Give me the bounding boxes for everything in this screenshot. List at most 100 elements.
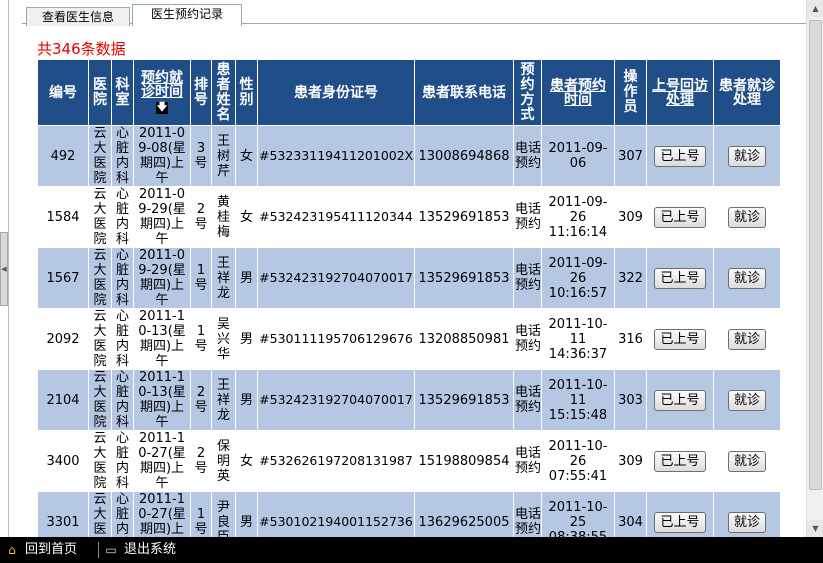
- sort-down-icon[interactable]: 🡇: [156, 102, 168, 114]
- registered-button[interactable]: 已上号: [654, 145, 706, 167]
- cell-id-card: #532423192704070017: [257, 247, 415, 309]
- cell-operator-text: 304: [618, 514, 643, 530]
- cell-method-text: 电话预约: [515, 446, 542, 476]
- visit-button[interactable]: 就诊: [727, 206, 766, 228]
- cell-dept: 心脏内科: [111, 369, 134, 431]
- cell-operator: 316: [614, 308, 647, 370]
- scroll-thumb[interactable]: [809, 20, 822, 490]
- frame-divider: [8, 0, 9, 537]
- cell-hospital: 云大医院: [88, 308, 112, 370]
- cell-booked-at-text: 2011-10-11 15:15:48: [548, 377, 608, 423]
- cell-gender-text: 男: [239, 392, 253, 408]
- table-row: 492 云大医院 心脏内科 2011-09-08(星期四)上午 3号 王树芹女 #53233…: [37, 125, 781, 187]
- visit-button[interactable]: 就诊: [727, 450, 766, 472]
- cell-date: 2011-09-08(星期四)上午: [133, 125, 191, 187]
- cell-method-text: 电话预约: [515, 141, 542, 171]
- cell-date-text: 2011-10-27(星期四)上午: [138, 431, 186, 491]
- tab-doctor-appointments[interactable]: 医生预约记录: [132, 4, 242, 26]
- cell-method: 电话预约: [513, 308, 542, 370]
- cell-phone-text: 13208850981: [418, 331, 510, 347]
- cell-phone: 13529691853: [414, 369, 514, 431]
- cell-method-text: 电话预约: [515, 202, 542, 232]
- header-callback[interactable]: 上号回访处理: [646, 59, 714, 126]
- header-id: 编号: [37, 59, 89, 126]
- cell-hospital: 云大医院: [88, 369, 112, 431]
- cell-gender-text: 女: [239, 209, 253, 225]
- cell-date: 2011-10-13(星期四)上午: [133, 308, 191, 370]
- cell-number-text: 3号: [194, 141, 208, 171]
- cell-date: 2011-09-29(星期四)上午: [133, 186, 191, 248]
- registered-button[interactable]: 已上号: [654, 389, 706, 411]
- cell-callback: 已上号: [646, 308, 714, 370]
- cell-id-card: #532423195411120344: [257, 186, 415, 248]
- cell-operator-text: 309: [618, 453, 643, 469]
- cell-hospital-text: 云大医院: [93, 370, 107, 430]
- cell-phone: 13208850981: [414, 308, 514, 370]
- cell-dept-text: 心脏内科: [115, 126, 129, 186]
- cell-id-card: #532626197208131987: [257, 430, 415, 492]
- cell-number-text: 2号: [194, 446, 208, 476]
- collapse-handle[interactable]: ◀: [0, 232, 8, 306]
- header-booked-at[interactable]: 患者预约时间: [541, 59, 615, 126]
- cell-dept-text: 心脏内科: [115, 248, 129, 308]
- cell-dept: 心脏内科: [111, 186, 134, 248]
- cell-gender: 女: [235, 125, 258, 187]
- visit-button[interactable]: 就诊: [727, 267, 766, 289]
- header-date[interactable]: 预约就诊时间 🡇: [133, 59, 191, 126]
- registered-button[interactable]: 已上号: [654, 511, 706, 533]
- cell-operator-text: 309: [618, 209, 643, 225]
- tab-doctor-info[interactable]: 查看医生信息: [26, 7, 130, 26]
- cell-hospital-text: 云大医院: [93, 248, 107, 308]
- cell-hospital: 云大医院: [88, 186, 112, 248]
- exit-link[interactable]: ▭ 退出系统: [104, 541, 176, 559]
- exit-icon: ▭: [105, 543, 117, 557]
- cell-hospital-text: 云大医院: [93, 431, 107, 491]
- scroll-up-icon[interactable]: ▲: [807, 0, 823, 17]
- cell-number: 2号: [190, 430, 212, 492]
- registered-button[interactable]: 已上号: [654, 450, 706, 472]
- cell-patient-name: 保明英: [211, 430, 236, 492]
- cell-number: 3号: [190, 125, 212, 187]
- visit-button[interactable]: 就诊: [727, 389, 766, 411]
- registered-button[interactable]: 已上号: [654, 206, 706, 228]
- cell-number-text: 1号: [194, 263, 208, 293]
- cell-id: 3400: [37, 430, 89, 492]
- cell-gender-text: 男: [239, 270, 253, 286]
- cell-number: 2号: [190, 186, 212, 248]
- cell-id-card-text: #532423192704070017: [259, 270, 413, 285]
- visit-button[interactable]: 就诊: [727, 511, 766, 533]
- cell-booked-at-text: 2011-10-26 07:55:41: [548, 438, 608, 484]
- visit-button[interactable]: 就诊: [727, 145, 766, 167]
- cell-method: 电话预约: [513, 430, 542, 492]
- appointment-table: 编号 医院 科室 预约就诊时间 🡇 排号 患者姓名 性别 患者身份证号 患者联系电…: [37, 59, 781, 553]
- registered-button[interactable]: 已上号: [654, 328, 706, 350]
- cell-id-card-text: #532626197208131987: [259, 453, 413, 468]
- cell-phone-text: 13529691853: [418, 270, 510, 286]
- cell-patient-name: 王祥龙: [211, 369, 236, 431]
- cell-number: 1号: [190, 308, 212, 370]
- cell-number-text: 1号: [194, 324, 208, 354]
- cell-dept-text: 心脏内科: [115, 187, 129, 247]
- cell-operator: 303: [614, 369, 647, 431]
- cell-operator: 322: [614, 247, 647, 309]
- header-patient-name: 患者姓名: [211, 59, 236, 126]
- header-visit: 患者就诊处理: [713, 59, 781, 126]
- cell-date-text: 2011-09-29(星期四)上午: [138, 187, 186, 247]
- cell-phone-text: 13629625005: [418, 514, 510, 530]
- cell-phone: 13008694868: [414, 125, 514, 187]
- home-label: 回到首页: [25, 542, 78, 557]
- cell-booked-at-text: 2011-09-06: [548, 141, 608, 171]
- cell-gender: 男: [235, 247, 258, 309]
- cell-dept: 心脏内科: [111, 247, 134, 309]
- cell-dept-text: 心脏内科: [115, 309, 129, 369]
- home-link[interactable]: ⌂ 回到首页: [5, 541, 77, 559]
- scroll-down-icon[interactable]: ▼: [807, 520, 823, 537]
- cell-gender: 女: [235, 186, 258, 248]
- cell-id-card: #530111195706129676: [257, 308, 415, 370]
- registered-button[interactable]: 已上号: [654, 267, 706, 289]
- cell-patient-name-text: 王祥龙: [216, 377, 230, 423]
- cell-booked-at-text: 2011-09-26 11:16:14: [548, 194, 608, 240]
- vertical-scrollbar[interactable]: ▲ ▼: [806, 0, 823, 537]
- visit-button[interactable]: 就诊: [727, 328, 766, 350]
- cell-date: 2011-10-13(星期四)上午: [133, 369, 191, 431]
